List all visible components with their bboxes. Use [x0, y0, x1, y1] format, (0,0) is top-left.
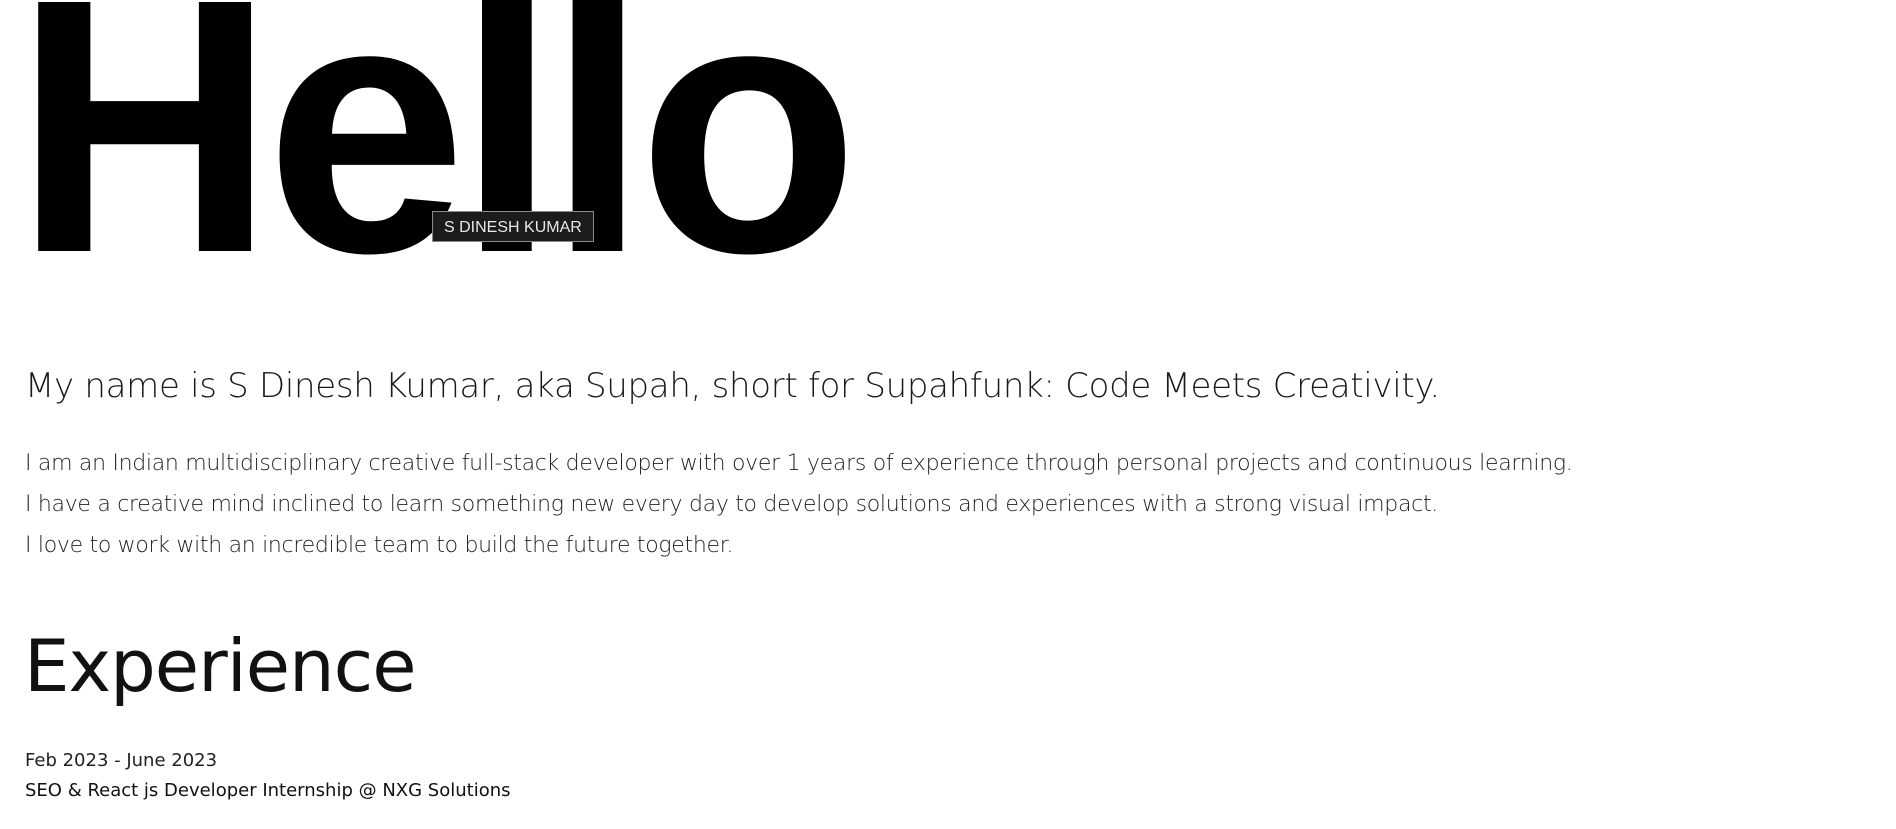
experience-heading: Experience: [24, 624, 417, 708]
bio-line: I have a creative mind inclined to learn…: [25, 492, 1438, 517]
experience-entry: Feb 2023 - June 2023 SEO & React js Deve…: [25, 746, 511, 806]
name-tooltip: S DINESH KUMAR: [432, 211, 594, 242]
bio-line: I love to work with an incredible team t…: [25, 533, 734, 558]
intro-heading: My name is S Dinesh Kumar, aka Supah, sh…: [25, 366, 1440, 406]
bio-line: I am an Indian multidisciplinary creativ…: [25, 451, 1573, 476]
experience-dates: Feb 2023 - June 2023: [25, 750, 218, 771]
hero-title: Hello: [14, 0, 859, 328]
bio-section: I am an Indian multidisciplinary creativ…: [25, 443, 1573, 566]
experience-title: SEO & React js Developer Internship @ NX…: [25, 780, 511, 801]
